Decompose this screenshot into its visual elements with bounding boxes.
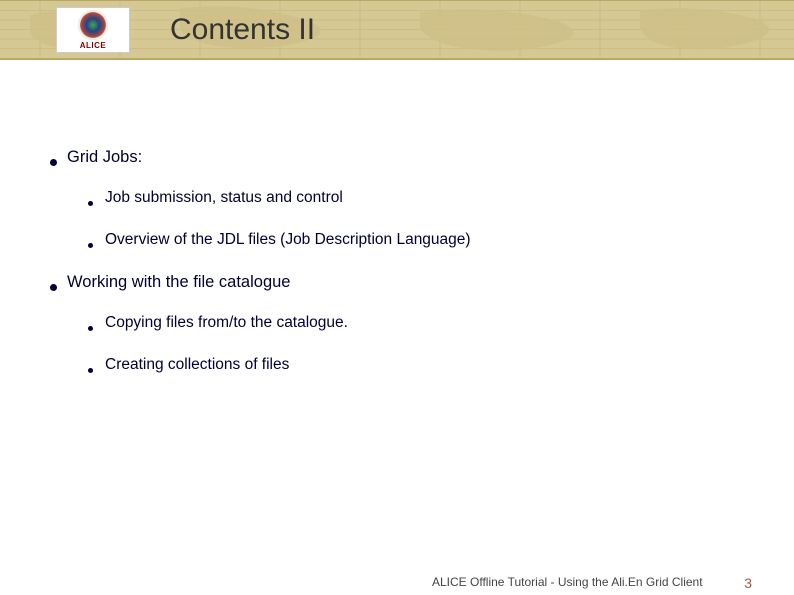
list-item: Overview of the JDL files (Job Descripti… — [88, 231, 710, 249]
alice-logo-icon — [78, 10, 108, 40]
list-item-label: Copying files from/to the catalogue. — [105, 314, 348, 332]
list-item: Working with the file catalogue — [50, 273, 710, 292]
list-item: Job submission, status and control — [88, 189, 710, 207]
bullet-icon — [88, 243, 93, 248]
bullet-icon — [88, 368, 93, 373]
alice-logo-text: ALICE — [80, 41, 107, 50]
bullet-icon — [50, 159, 57, 166]
list-item-label: Job submission, status and control — [105, 189, 343, 207]
list-item-label: Grid Jobs: — [67, 148, 142, 167]
slide-content: Grid Jobs: Job submission, status and co… — [50, 148, 710, 398]
alice-logo: ALICE — [56, 7, 130, 53]
slide-title: Contents II — [170, 13, 315, 47]
list-item: Grid Jobs: — [50, 148, 710, 167]
bullet-icon — [88, 326, 93, 331]
list-item-label: Creating collections of files — [105, 356, 289, 374]
list-item: Copying files from/to the catalogue. — [88, 314, 710, 332]
header-band: ALICE Contents II — [0, 0, 794, 60]
bullet-icon — [88, 201, 93, 206]
bullet-icon — [50, 284, 57, 291]
page-number: 3 — [744, 575, 752, 591]
list-item-label: Working with the file catalogue — [67, 273, 290, 292]
footer-text: ALICE Offline Tutorial - Using the Ali.E… — [432, 575, 703, 589]
list-item: Creating collections of files — [88, 356, 710, 374]
list-item-label: Overview of the JDL files (Job Descripti… — [105, 231, 471, 249]
